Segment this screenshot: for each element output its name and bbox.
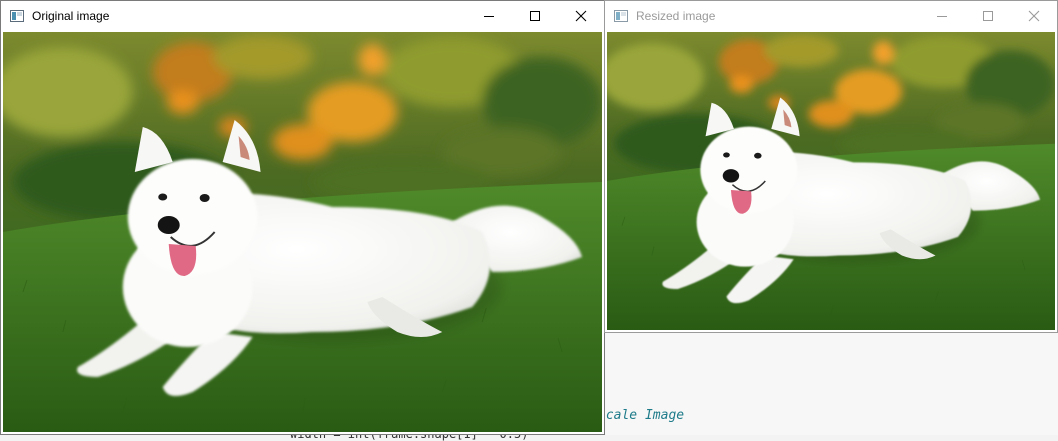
titlebar[interactable]: Resized image: [605, 1, 1057, 31]
maximize-icon: [983, 11, 993, 21]
close-button[interactable]: [1011, 1, 1057, 31]
maximize-icon: [530, 11, 540, 21]
editor-code-text: scale Image: [598, 408, 685, 423]
close-icon: [1028, 10, 1040, 22]
titlebar[interactable]: Original image: [1, 1, 604, 31]
image-canvas: [607, 32, 1055, 330]
maximize-button[interactable]: [965, 1, 1011, 31]
maximize-button[interactable]: [512, 1, 558, 31]
original-image-window[interactable]: Original image: [0, 0, 605, 435]
dog-photo: [3, 32, 602, 432]
app-icon: [613, 8, 629, 24]
minimize-icon: [484, 16, 494, 17]
app-icon: [9, 8, 25, 24]
image-canvas: [3, 32, 602, 432]
minimize-icon: [937, 16, 947, 17]
minimize-button[interactable]: [466, 1, 512, 31]
dog-photo: [607, 32, 1055, 330]
minimize-button[interactable]: [919, 1, 965, 31]
resized-image-window[interactable]: Resized image: [604, 0, 1058, 333]
window-title: Resized image: [636, 9, 716, 23]
window-title: Original image: [32, 9, 110, 23]
close-button[interactable]: [558, 1, 604, 31]
close-icon: [575, 10, 587, 22]
